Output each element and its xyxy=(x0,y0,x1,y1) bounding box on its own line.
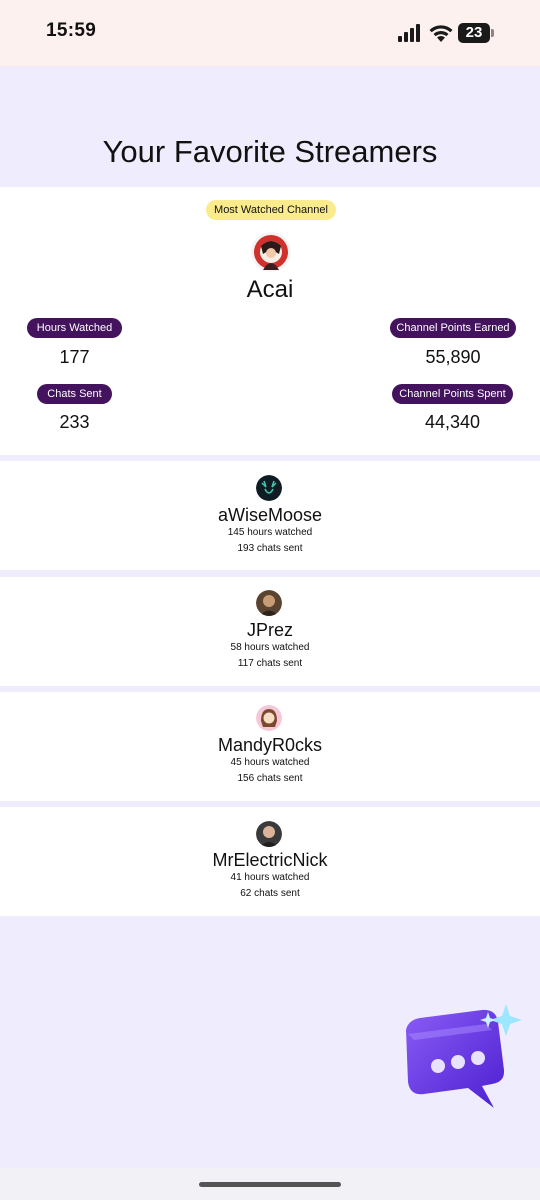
streamer-card[interactable]: MandyR0cks 45 hours watched 156 chats se… xyxy=(0,692,540,801)
streamer-card[interactable]: MrElectricNick 41 hours watched 62 chats… xyxy=(0,807,540,916)
streamer-chats: 117 chats sent xyxy=(237,658,303,669)
streamer-avatar xyxy=(256,821,282,847)
points-spent-value: 44,340 xyxy=(424,412,481,432)
streamer-name: aWiseMoose xyxy=(217,505,323,525)
chat-bubble-sticker xyxy=(406,1004,522,1108)
streamer-name: JPrez xyxy=(246,620,293,640)
top-streamer-name: Acai xyxy=(246,276,294,303)
streamer-hours: 58 hours watched xyxy=(230,642,310,653)
streamer-card[interactable]: JPrez 58 hours watched 117 chats sent xyxy=(0,577,540,686)
battery-icon: 23 xyxy=(458,23,494,43)
home-indicator[interactable] xyxy=(199,1182,341,1187)
streamer-avatar xyxy=(256,475,282,501)
hours-watched-label: Hours Watched xyxy=(27,318,122,338)
streamer-chats: 193 chats sent xyxy=(237,543,303,554)
points-earned-value: 55,890 xyxy=(425,347,481,367)
streamer-name: MrElectricNick xyxy=(212,850,328,870)
status-time: 15:59 xyxy=(46,20,97,41)
wifi-icon xyxy=(429,25,453,42)
streamer-avatar xyxy=(256,590,282,616)
chats-sent-label: Chats Sent xyxy=(37,384,112,404)
top-streamer-avatar[interactable] xyxy=(251,232,291,272)
page-title: Your Favorite Streamers xyxy=(102,134,438,169)
hours-watched-value: 177 xyxy=(59,347,90,367)
streamer-avatar xyxy=(256,705,282,731)
streamer-name: MandyR0cks xyxy=(217,735,323,755)
points-earned-label: Channel Points Earned xyxy=(390,318,516,338)
streamer-chats: 156 chats sent xyxy=(237,773,303,784)
most-watched-badge: Most Watched Channel xyxy=(206,200,336,220)
streamer-card[interactable]: aWiseMoose 145 hours watched 193 chats s… xyxy=(0,461,540,570)
streamer-hours: 145 hours watched xyxy=(227,527,313,538)
streamer-hours: 41 hours watched xyxy=(230,872,310,883)
signal-icon xyxy=(398,24,420,42)
chats-sent-value: 233 xyxy=(59,412,90,432)
streamer-chats: 62 chats sent xyxy=(240,888,300,899)
streamer-hours: 45 hours watched xyxy=(230,757,310,768)
battery-level: 23 xyxy=(465,24,483,41)
points-spent-label: Channel Points Spent xyxy=(392,384,513,404)
